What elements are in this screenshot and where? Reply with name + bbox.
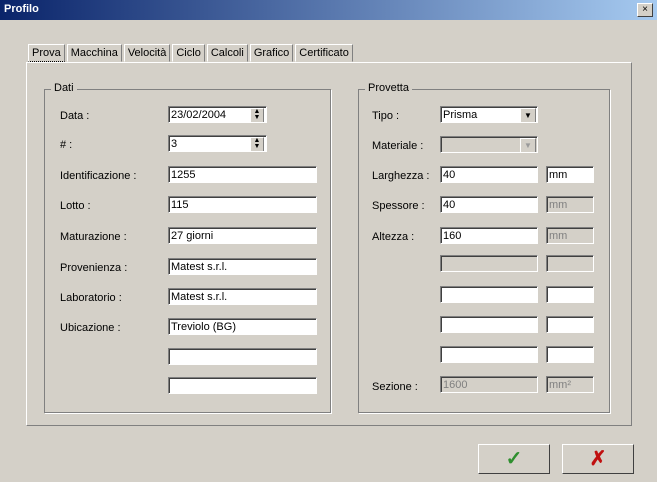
chevron-down-icon: ▼ [520, 138, 536, 152]
identificazione-field[interactable]: 1255 [168, 166, 317, 183]
sezione-label: Sezione : [372, 381, 418, 393]
extra-field-1[interactable] [168, 348, 317, 365]
extra-value-3[interactable] [440, 316, 538, 333]
lotto-field[interactable]: 115 [168, 196, 317, 213]
laboratorio-field[interactable]: Matest s.r.l. [168, 288, 317, 305]
tab-grafico[interactable]: Grafico [249, 44, 294, 62]
ubicazione-label: Ubicazione : [60, 322, 121, 334]
extra-value-2[interactable] [440, 286, 538, 303]
tab-strip: Prova Macchina Velocità Ciclo Calcoli Gr… [28, 44, 355, 62]
x-icon: ✗ [589, 448, 607, 470]
larghezza-label: Larghezza : [372, 170, 430, 182]
tipo-label: Tipo : [372, 110, 400, 122]
chevron-down-icon[interactable]: ▼ [520, 108, 536, 122]
extra-value-1 [440, 255, 538, 272]
data-field[interactable]: 23/02/2004 ▲ ▼ [168, 106, 267, 123]
sezione-field: 1600 [440, 376, 538, 393]
altezza-label: Altezza : [372, 231, 415, 243]
identificazione-label: Identificazione : [60, 170, 137, 182]
extra-unit-2[interactable] [546, 286, 594, 303]
larghezza-unit: mm [546, 166, 594, 183]
altezza-field[interactable]: 160 [440, 227, 538, 244]
num-field[interactable]: 3 ▲ ▼ [168, 135, 267, 152]
tab-calcoli[interactable]: Calcoli [206, 44, 248, 62]
maturazione-label: Maturazione : [60, 231, 127, 243]
data-value: 23/02/2004 [171, 109, 227, 121]
profilo-dialog: Profilo × Prova Macchina Velocità Ciclo … [0, 0, 657, 482]
extra-value-4[interactable] [440, 346, 538, 363]
num-spin-icon[interactable]: ▲ ▼ [250, 137, 264, 151]
extra-unit-1 [546, 255, 594, 272]
num-label: # : [60, 139, 73, 151]
spessore-field[interactable]: 40 [440, 196, 538, 213]
sezione-unit: mm² [546, 376, 594, 393]
extra-unit-4[interactable] [546, 346, 594, 363]
extra-unit-3[interactable] [546, 316, 594, 333]
cancel-button[interactable]: ✗ [562, 444, 634, 474]
checkmark-icon: ✓ [505, 448, 523, 470]
lotto-label: Lotto : [60, 200, 91, 212]
close-button[interactable]: × [637, 3, 653, 17]
tipo-select[interactable]: Prisma ▼ [440, 106, 538, 123]
dati-group-title: Dati [51, 82, 77, 94]
num-value: 3 [171, 138, 178, 150]
maturazione-field[interactable]: 27 giorni [168, 227, 317, 244]
spessore-unit: mm [546, 196, 594, 213]
laboratorio-label: Laboratorio : [60, 292, 122, 304]
tab-certificato[interactable]: Certificato [295, 44, 353, 62]
tipo-value: Prisma [443, 109, 478, 121]
tab-velocita[interactable]: Velocità [123, 44, 171, 62]
window-title: Profilo [4, 3, 39, 15]
tab-macchina[interactable]: Macchina [66, 44, 122, 62]
spessore-label: Spessore : [372, 200, 425, 212]
provenienza-label: Provenienza : [60, 262, 128, 274]
larghezza-field[interactable]: 40 [440, 166, 538, 183]
title-bar[interactable]: Profilo × [0, 0, 657, 20]
provetta-group-title: Provetta [365, 82, 412, 94]
materiale-label: Materiale : [372, 140, 424, 152]
ok-button[interactable]: ✓ [478, 444, 550, 474]
ubicazione-field[interactable]: Treviolo (BG) [168, 318, 317, 335]
extra-field-2[interactable] [168, 377, 317, 394]
altezza-unit: mm [546, 227, 594, 244]
close-icon: × [642, 4, 648, 15]
data-spin-icon[interactable]: ▲ ▼ [250, 108, 264, 122]
tab-ciclo[interactable]: Ciclo [172, 44, 205, 62]
provenienza-field[interactable]: Matest s.r.l. [168, 258, 317, 275]
tab-prova[interactable]: Prova [28, 44, 65, 62]
data-label: Data : [60, 110, 90, 122]
materiale-select: ▼ [440, 136, 538, 153]
